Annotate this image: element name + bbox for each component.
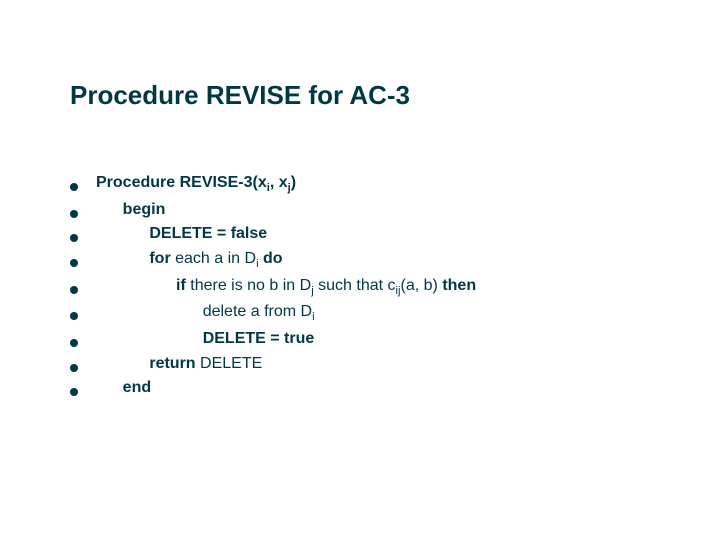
slide-title: Procedure REVISE for AC-3 bbox=[70, 80, 650, 111]
pseudocode-line: delete a from Di bbox=[70, 300, 650, 327]
bullet-icon bbox=[70, 234, 78, 242]
bullet-icon bbox=[70, 210, 78, 218]
bullet-icon bbox=[70, 286, 78, 294]
bullet-icon bbox=[70, 259, 78, 267]
pseudocode-line: DELETE = false bbox=[70, 222, 650, 247]
pseudocode-line: end bbox=[70, 376, 650, 401]
bullet-icon bbox=[70, 312, 78, 320]
pseudocode-text: end bbox=[96, 376, 151, 401]
slide: Procedure REVISE for AC-3 Procedure REVI… bbox=[0, 0, 720, 540]
pseudocode-line: DELETE = true bbox=[70, 327, 650, 352]
pseudocode-line: Procedure REVISE-3(xi, xj) bbox=[70, 171, 650, 198]
pseudocode-text: DELETE = false bbox=[96, 222, 267, 247]
pseudocode-text: for each a in Di do bbox=[96, 247, 283, 274]
pseudocode-text: begin bbox=[96, 198, 165, 223]
pseudocode-text: DELETE = true bbox=[96, 327, 314, 352]
pseudocode-text: delete a from Di bbox=[96, 300, 315, 327]
pseudocode-line: begin bbox=[70, 198, 650, 223]
pseudocode-text: return DELETE bbox=[96, 352, 262, 377]
bullet-icon bbox=[70, 183, 78, 191]
pseudocode-block: Procedure REVISE-3(xi, xj) begin DELETE … bbox=[70, 171, 650, 401]
pseudocode-line: if there is no b in Dj such that cij(a, … bbox=[70, 274, 650, 301]
bullet-icon bbox=[70, 339, 78, 347]
bullet-icon bbox=[70, 364, 78, 372]
pseudocode-text: Procedure REVISE-3(xi, xj) bbox=[96, 171, 296, 198]
pseudocode-line: return DELETE bbox=[70, 352, 650, 377]
pseudocode-line: for each a in Di do bbox=[70, 247, 650, 274]
bullet-icon bbox=[70, 388, 78, 396]
pseudocode-text: if there is no b in Dj such that cij(a, … bbox=[96, 274, 476, 301]
